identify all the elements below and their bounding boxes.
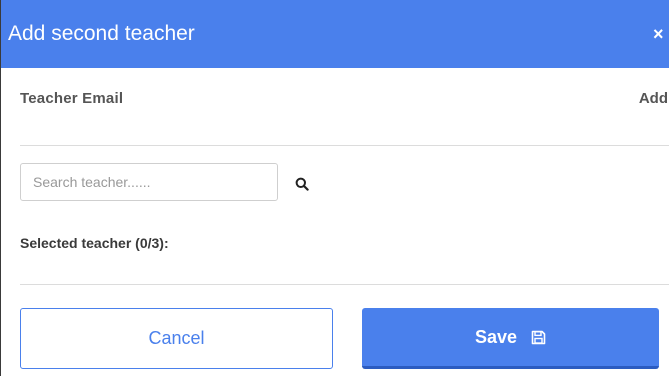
divider: [20, 284, 669, 285]
cancel-button-label: Cancel: [148, 328, 205, 348]
teacher-email-row: Teacher Email Add: [1, 68, 669, 145]
save-button[interactable]: Save: [362, 308, 659, 369]
floppy-disk-icon: [531, 330, 546, 344]
selected-teacher-count: Selected teacher (0/3):: [20, 235, 169, 251]
divider: [20, 145, 669, 146]
dialog-title: Add second teacher: [8, 22, 195, 45]
search-teacher-input[interactable]: [20, 163, 278, 201]
save-button-label: Save: [474, 326, 518, 347]
search-icon[interactable]: [295, 177, 309, 191]
cancel-button[interactable]: Cancel: [20, 308, 333, 369]
add-second-teacher-dialog: Add second teacher × Teacher Email Add S…: [0, 0, 669, 376]
dialog-header: Add second teacher ×: [1, 0, 669, 68]
add-button[interactable]: Add: [639, 90, 668, 108]
close-icon[interactable]: ×: [653, 24, 667, 44]
teacher-email-label: Teacher Email: [20, 90, 124, 107]
